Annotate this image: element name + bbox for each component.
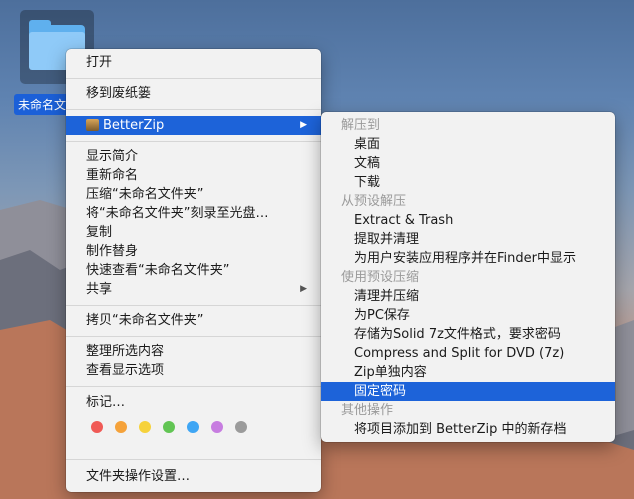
submenu-item-extract-trash[interactable]: Extract & Trash xyxy=(321,211,615,230)
menu-item-rename[interactable]: 重新命名 xyxy=(66,166,321,185)
menu-item-folder-actions[interactable]: 文件夹操作设置… xyxy=(66,467,321,486)
menu-separator xyxy=(66,141,321,142)
folder-label[interactable]: 未命名文 xyxy=(14,94,71,115)
tag-blue[interactable] xyxy=(187,421,199,433)
context-menu: 打开 移到废纸篓 BetterZip ▶ 显示简介 重新命名 压缩“未命名文件夹… xyxy=(66,49,321,492)
menu-separator xyxy=(66,109,321,110)
menu-separator xyxy=(66,78,321,79)
menu-item-clean-up[interactable]: 整理所选内容 xyxy=(66,342,321,361)
tag-yellow[interactable] xyxy=(139,421,151,433)
submenu-item-extract-finder[interactable]: 为用户安装应用程序并在Finder中显示 xyxy=(321,249,615,268)
menu-separator xyxy=(66,459,321,460)
tag-purple[interactable] xyxy=(211,421,223,433)
menu-item-copy[interactable]: 拷贝“未命名文件夹” xyxy=(66,311,321,330)
menu-item-share-label: 共享 xyxy=(86,282,113,297)
submenu-item-extract-clean[interactable]: 提取并清理 xyxy=(321,230,615,249)
betterzip-submenu: 解压到 桌面 文稿 下载 从预设解压 Extract & Trash 提取并清理… xyxy=(321,112,615,442)
menu-item-quick-look[interactable]: 快速查看“未命名文件夹” xyxy=(66,261,321,280)
menu-item-make-alias[interactable]: 制作替身 xyxy=(66,242,321,261)
menu-separator xyxy=(66,305,321,306)
tag-gray[interactable] xyxy=(235,421,247,433)
menu-item-view-options[interactable]: 查看显示选项 xyxy=(66,361,321,380)
submenu-header-other: 其他操作 xyxy=(341,403,394,418)
submenu-item-downloads[interactable]: 下载 xyxy=(321,173,615,192)
menu-item-get-info[interactable]: 显示简介 xyxy=(66,147,321,166)
menu-item-compress[interactable]: 压缩“未命名文件夹” xyxy=(66,185,321,204)
menu-item-open[interactable]: 打开 xyxy=(66,53,321,72)
betterzip-icon xyxy=(86,119,99,131)
submenu-item-add-to-archive[interactable]: 将项目添加到 BetterZip 中的新存档 xyxy=(321,420,615,439)
menu-item-tags[interactable]: 标记… xyxy=(66,393,321,412)
submenu-arrow-icon: ▶ xyxy=(300,284,307,294)
submenu-header-extract-to: 解压到 xyxy=(341,118,381,133)
menu-item-betterzip-label: BetterZip xyxy=(103,118,165,133)
menu-item-share[interactable]: 共享 ▶ xyxy=(66,280,321,299)
menu-item-betterzip[interactable]: BetterZip ▶ xyxy=(66,116,321,135)
menu-separator xyxy=(66,336,321,337)
menu-separator xyxy=(66,386,321,387)
submenu-item-desktop[interactable]: 桌面 xyxy=(321,135,615,154)
submenu-item-zip-single[interactable]: Zip单独内容 xyxy=(321,363,615,382)
submenu-arrow-icon: ▶ xyxy=(300,120,307,130)
submenu-header-compress-preset: 使用预设压缩 xyxy=(341,270,420,285)
tag-red[interactable] xyxy=(91,421,103,433)
submenu-item-fixed-password[interactable]: 固定密码 xyxy=(321,382,615,401)
menu-item-burn[interactable]: 将“未命名文件夹”刻录至光盘… xyxy=(66,204,321,223)
menu-item-move-to-trash[interactable]: 移到废纸篓 xyxy=(66,84,321,103)
submenu-item-clean-compress[interactable]: 清理并压缩 xyxy=(321,287,615,306)
tag-green[interactable] xyxy=(163,421,175,433)
submenu-header-extract-preset: 从预设解压 xyxy=(341,194,407,209)
submenu-item-compress-dvd[interactable]: Compress and Split for DVD (7z) xyxy=(321,344,615,363)
submenu-item-documents[interactable]: 文稿 xyxy=(321,154,615,173)
tag-orange[interactable] xyxy=(115,421,127,433)
submenu-item-solid-7z[interactable]: 存储为Solid 7z文件格式，要求密码 xyxy=(321,325,615,344)
menu-item-duplicate[interactable]: 复制 xyxy=(66,223,321,242)
submenu-item-save-for-pc[interactable]: 为PC保存 xyxy=(321,306,615,325)
